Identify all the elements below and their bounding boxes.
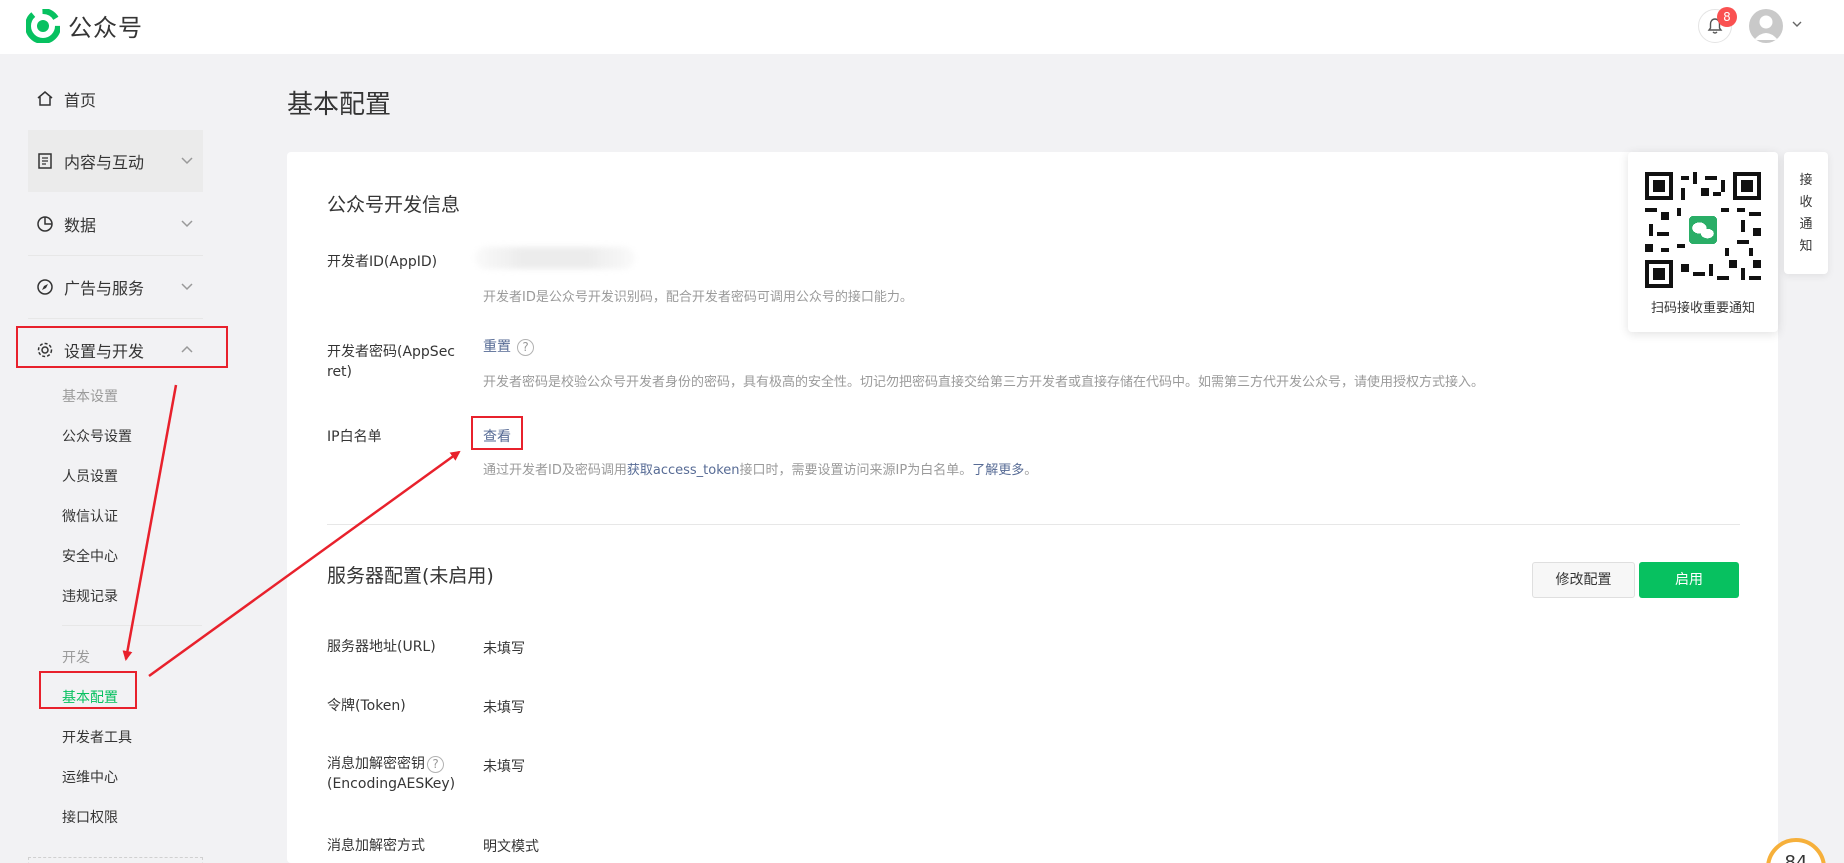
annotation-box-settings — [16, 326, 228, 368]
side-tab-char: 知 — [1799, 239, 1813, 254]
aes-key-label-line1: 消息加解密密钥? — [327, 754, 455, 774]
ip-hint-text: 通过开发者ID及密码调用 — [483, 463, 627, 478]
sidebar-item-home[interactable]: 首页 — [28, 68, 203, 130]
sidebar-subitem-staff-settings[interactable]: 人员设置 — [62, 466, 118, 486]
compass-icon — [37, 279, 53, 295]
help-icon[interactable]: ? — [517, 338, 534, 356]
help-icon[interactable]: ? — [427, 755, 444, 773]
logo-text: 公众号 — [68, 14, 143, 42]
sidebar-item-label: 首页 — [64, 91, 97, 110]
edit-config-button[interactable]: 修改配置 — [1532, 562, 1635, 598]
official-account-logo-icon — [26, 8, 60, 43]
appid-label: 开发者ID(AppID) — [327, 254, 438, 270]
sidebar-item-label: 广告与服务 — [64, 279, 145, 298]
document-icon — [38, 153, 52, 169]
ip-hint-text: 。 — [1024, 463, 1038, 478]
server-url-value: 未填写 — [483, 641, 525, 657]
ip-hint-text: 接口时，需要设置访问来源IP为白名单。 — [739, 463, 973, 478]
sidebar-divider — [62, 625, 202, 626]
notification-badge: 8 — [1717, 7, 1737, 27]
sidebar-subitem-basic-settings[interactable]: 基本设置 — [62, 386, 118, 406]
encryption-mode-label: 消息加解密方式 — [327, 838, 425, 854]
appsecret-hint: 开发者密码是校验公众号开发者身份的密码，具有极高的安全性。切记勿把密码直接交给第… — [483, 375, 1485, 390]
side-tab-char: 接 — [1799, 173, 1813, 188]
annotation-box-basic-config — [39, 671, 137, 709]
home-icon — [37, 91, 53, 106]
sidebar-dashed-box — [28, 857, 203, 863]
aes-key-value: 未填写 — [483, 759, 525, 775]
aes-key-label-line2: (EncodingAESKey) — [327, 776, 456, 792]
chevron-down-icon — [181, 220, 193, 228]
chevron-down-icon — [181, 157, 193, 165]
sidebar-item-content[interactable]: 内容与互动 — [28, 130, 203, 192]
receive-notification-tab[interactable]: 接 收 通 知 — [1784, 152, 1828, 274]
annotation-arrow-down — [122, 384, 178, 661]
top-bar: 公众号 8 — [0, 0, 1844, 54]
qr-panel: 扫码接收重要通知 — [1628, 152, 1778, 332]
user-avatar-icon — [1754, 15, 1778, 40]
learn-more-link[interactable]: 了解更多 — [972, 463, 1024, 478]
pie-chart-icon — [37, 216, 53, 232]
chevron-down-icon — [181, 283, 193, 291]
ip-whitelist-label: IP白名单 — [327, 429, 382, 445]
sidebar-group-dev: 开发 — [62, 650, 90, 666]
avatar[interactable] — [1749, 9, 1783, 43]
sidebar-item-label: 内容与互动 — [64, 153, 145, 172]
enable-button[interactable]: 启用 — [1639, 562, 1739, 598]
side-tab-char: 通 — [1799, 217, 1813, 232]
chevron-down-icon[interactable] — [1790, 17, 1804, 31]
section-divider — [327, 524, 1740, 525]
token-label: 令牌(Token) — [327, 698, 406, 714]
ip-whitelist-hint: 通过开发者ID及密码调用获取access_token接口时，需要设置访问来源IP… — [483, 459, 1037, 478]
encryption-mode-value: 明文模式 — [483, 839, 539, 855]
aes-key-label-text: 消息加解密密钥 — [327, 756, 425, 772]
qr-caption: 扫码接收重要通知 — [1650, 301, 1755, 316]
sidebar-subitem-api-permissions[interactable]: 接口权限 — [62, 807, 118, 827]
sidebar-subitem-ops-center[interactable]: 运维中心 — [62, 767, 118, 787]
access-token-link[interactable]: 获取access_token — [627, 463, 740, 478]
aes-key-label: 消息加解密密钥? (EncodingAESKey) — [327, 754, 455, 794]
server-url-label: 服务器地址(URL) — [327, 639, 436, 655]
page-title: 基本配置 — [287, 90, 392, 120]
appid-hint: 开发者ID是公众号开发识别码，配合开发者密码可调用公众号的接口能力。 — [483, 290, 913, 305]
appsecret-label: 开发者密码(AppSec ret) — [327, 342, 455, 382]
sidebar-subitem-violation-records[interactable]: 违规记录 — [62, 586, 118, 606]
sidebar-item-ads[interactable]: 广告与服务 — [28, 256, 203, 318]
sidebar-subitem-dev-tools[interactable]: 开发者工具 — [62, 727, 132, 747]
sidebar-subitem-account-settings[interactable]: 公众号设置 — [62, 426, 132, 446]
appsecret-action-row: 重置? — [483, 336, 534, 356]
sidebar-subitem-wechat-verification[interactable]: 微信认证 — [62, 506, 118, 526]
qr-code-icon — [1645, 172, 1761, 288]
sidebar-subitem-security-center[interactable]: 安全中心 — [62, 546, 118, 566]
appid-value-redacted — [475, 247, 635, 269]
appsecret-label-line1: 开发者密码(AppSec — [327, 344, 456, 360]
logo[interactable]: 公众号 — [26, 8, 143, 43]
sidebar-item-label: 数据 — [64, 216, 97, 235]
token-value: 未填写 — [483, 700, 525, 716]
appsecret-label-line2: ret) — [327, 364, 353, 380]
sidebar-item-data[interactable]: 数据 — [28, 193, 203, 255]
annotation-box-view-ip — [471, 416, 523, 450]
reset-secret-link[interactable]: 重置 — [483, 339, 511, 355]
server-config-title: 服务器配置(未启用) — [327, 565, 494, 587]
side-tab-char: 收 — [1799, 195, 1813, 210]
dev-info-title: 公众号开发信息 — [327, 194, 461, 216]
